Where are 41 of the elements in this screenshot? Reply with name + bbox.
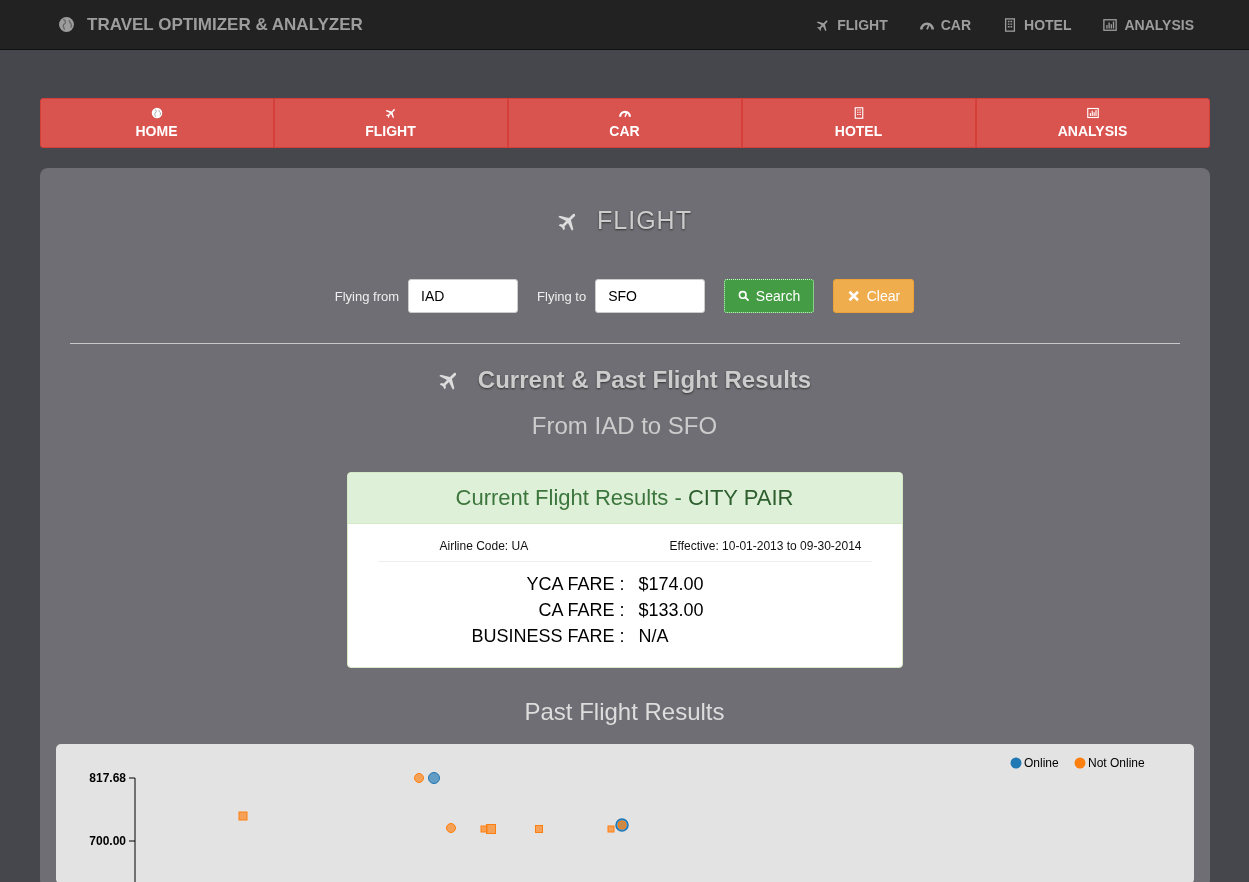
past-results-title: Past Flight Results [524,698,725,726]
legend-label: Not Online [1087,756,1145,770]
building-icon [1003,17,1018,32]
fare-value: $174.00 [638,574,705,595]
fare-value: N/A [638,626,670,647]
fare-label: YCA FARE : [525,574,625,595]
nav-tile[interactable]: CAR [507,98,742,148]
legend-label: Online [1023,756,1059,770]
nav-tile[interactable]: HOTEL [741,98,976,148]
nav-link[interactable]: CAR [919,16,972,33]
plane-icon [384,107,397,119]
card-heading: Current Flight Results - CITY PAIR [347,473,902,524]
close-icon [847,289,861,303]
route-subtitle: From IAD to SFO [531,412,718,440]
bar-chart-icon [1103,17,1118,32]
search-icon [738,289,750,303]
nav-link[interactable]: ANALYSIS [1103,16,1194,33]
from-input[interactable]: IAD [408,279,519,313]
effective-dates: Effective: 10-01-2013 to 09-30-2014 [669,539,862,553]
nav-tile[interactable]: HOME [39,98,274,148]
results-title: Current & Past Flight Results [477,366,812,394]
to-input[interactable]: SFO [595,279,706,313]
panel-title: FLIGHT [597,206,692,235]
nav-tile[interactable]: FLIGHT [273,98,508,148]
brand-title[interactable]: TRAVEL OPTIMIZER & ANALYZER [87,14,363,35]
nav-link[interactable]: FLIGHT [816,16,888,33]
airline-code: Airline Code: UA [439,539,529,553]
y-tick-label: 817.68 [88,771,126,785]
nav-tile[interactable]: ANALYSIS [975,98,1210,148]
to-label: Flying to [537,288,587,304]
y-tick-label: 700.00 [88,834,126,848]
nav-link[interactable]: HOTEL [1003,16,1072,33]
fare-value: $133.00 [638,600,705,621]
globe-icon [58,16,75,33]
globe-icon [150,107,163,119]
fare-label: BUSINESS FARE : [470,626,625,647]
search-button[interactable]: Search [724,279,815,313]
building-icon [852,107,865,119]
bar-chart-icon [1086,107,1099,119]
from-label: Flying from [334,288,400,304]
fare-label: CA FARE : [537,600,625,621]
